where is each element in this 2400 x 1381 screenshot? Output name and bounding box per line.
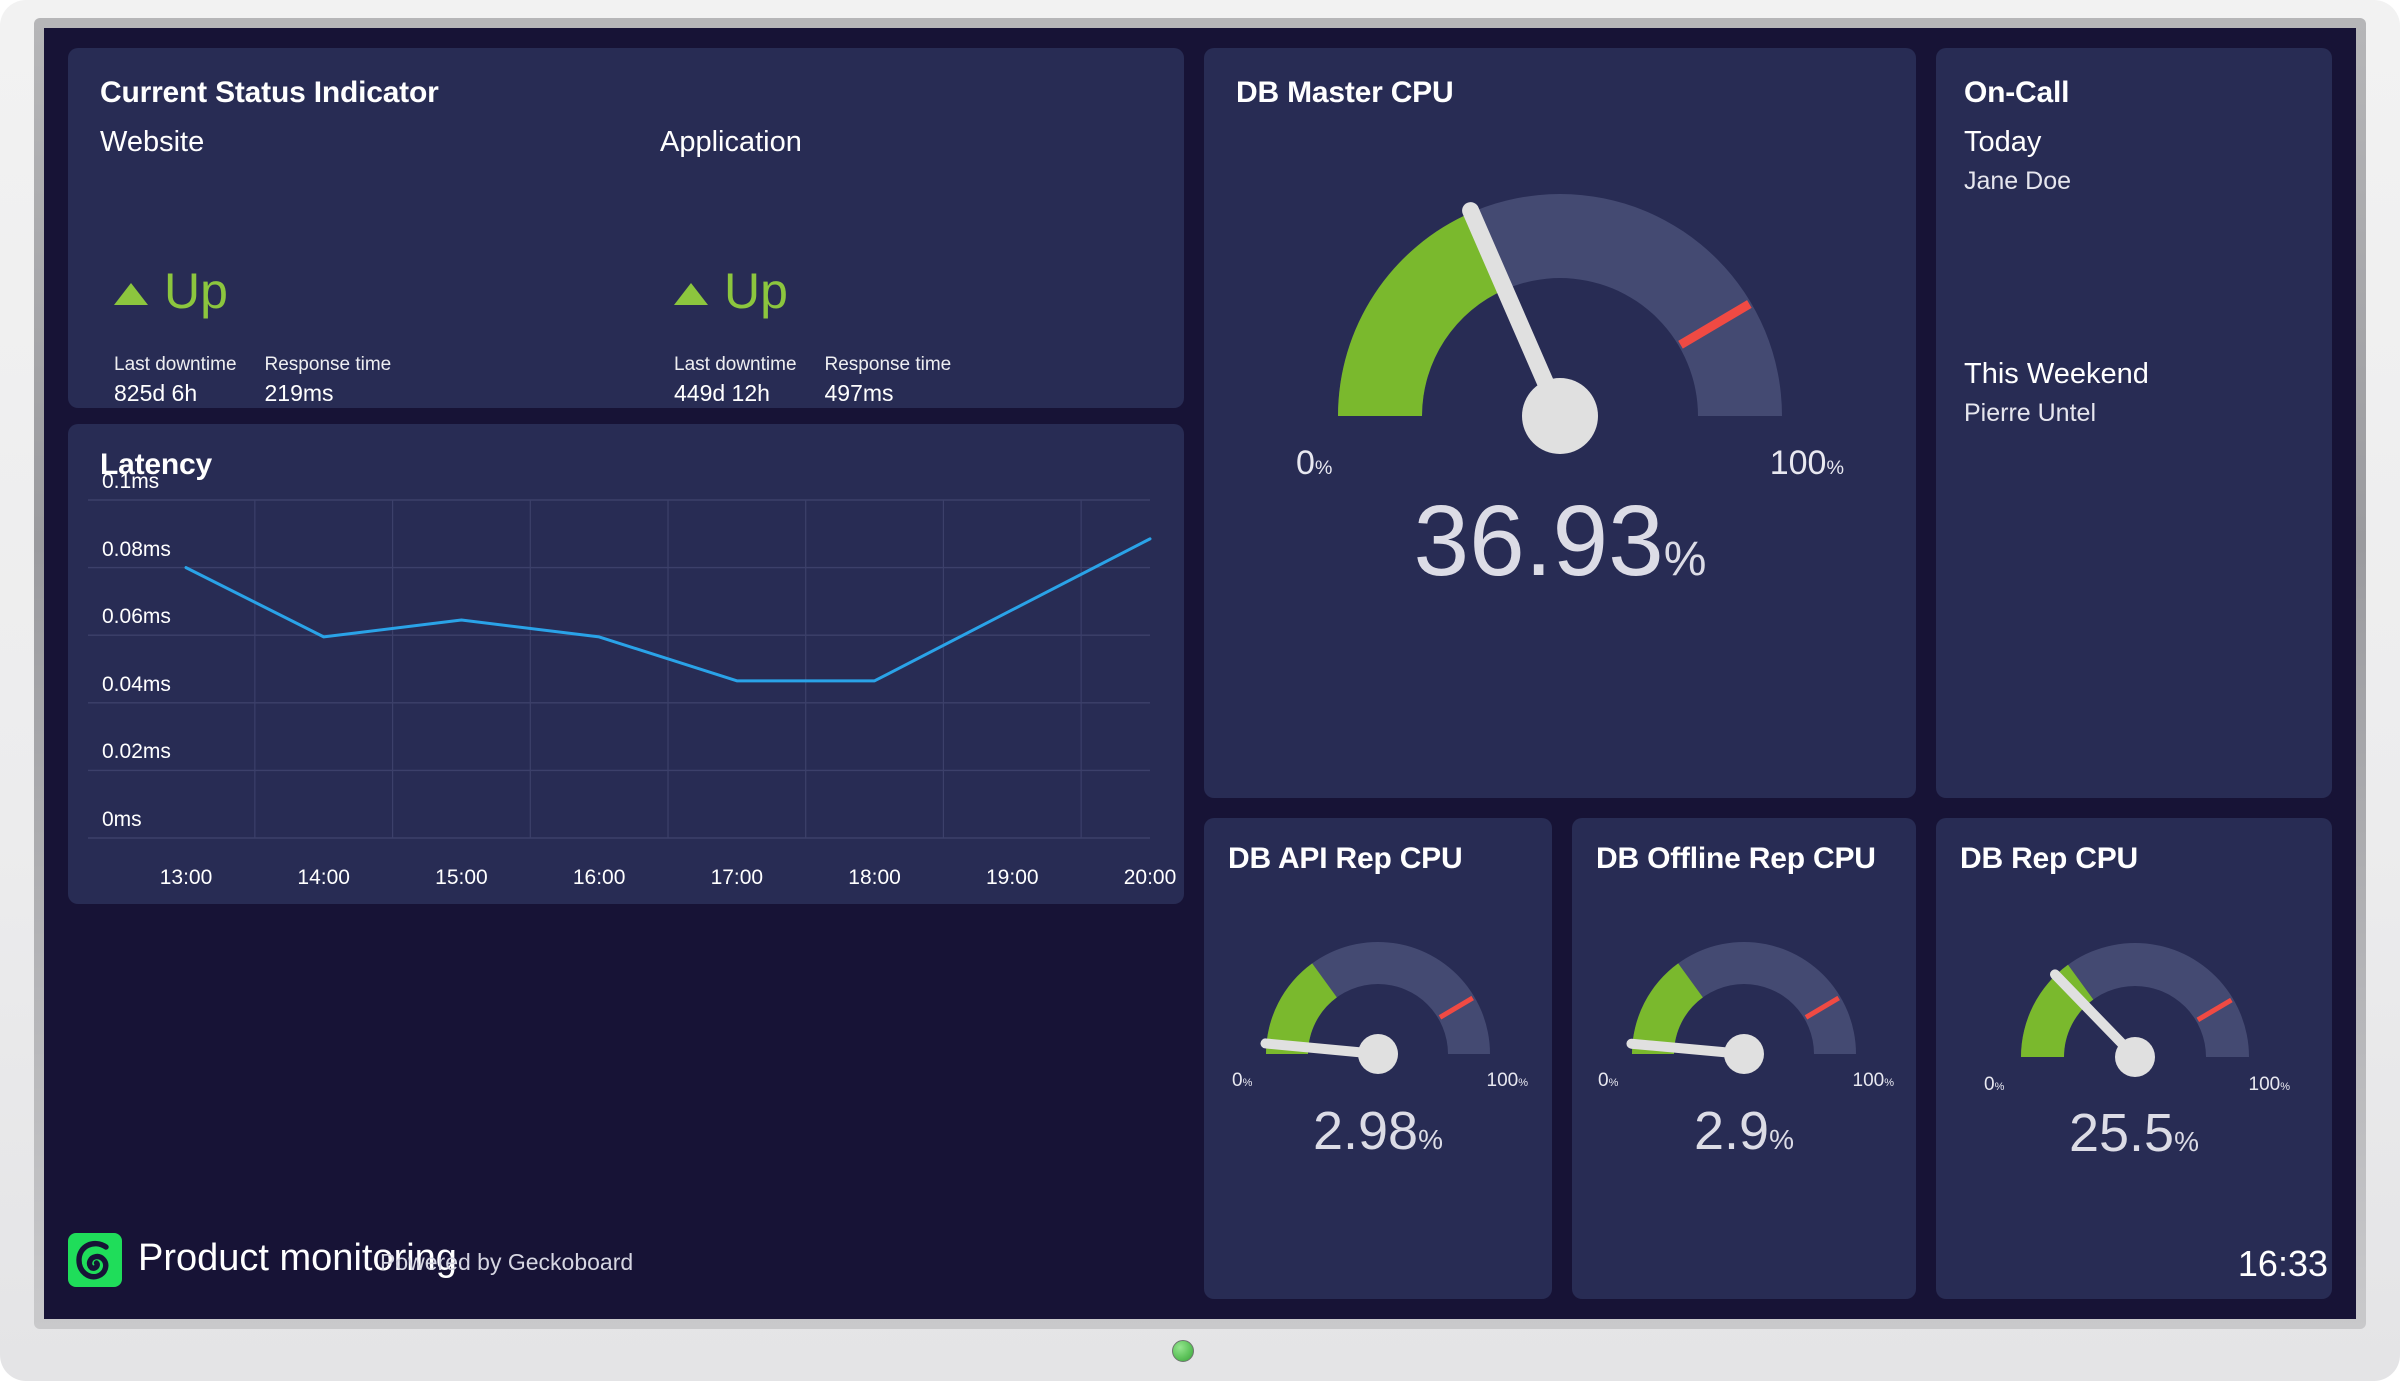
service-state-application: Up [674,266,788,316]
gauge-max-label-db-master: 100% [1769,444,1844,482]
geckoboard-spiral-glyph [76,1240,109,1280]
panel-title-current-status: Current Status Indicator [100,76,439,109]
panel-title-on-call: On-Call [1964,76,2070,109]
latency-y-tick: 0ms [102,808,142,831]
status-service-website: Website Up Last downtime 825d 6h Respons… [100,126,620,406]
panel-current-status: Current Status Indicator Website Up Last… [68,48,1184,408]
latency-y-tick: 0.02ms [102,740,171,764]
gauge-min-label-db-rep: 0% [1984,1074,2005,1095]
gauge-db-api-rep-cpu: 0% 100% [1226,914,1530,1094]
latency-chart: 0.1ms 0.08ms 0.06ms 0.04ms 0.02ms 0ms 13:00 14… [68,470,1184,904]
gauge-db-api-rep-svg [1260,942,1490,1074]
on-call-entry-today: Today Jane Doe [1964,126,2071,196]
meta-value-last-downtime: 825d 6h [114,380,198,406]
gauge-max-label-db-api-rep: 100% [1486,1070,1529,1091]
meta-label-last-downtime: Last downtime [674,354,797,375]
service-state-website: Up [114,266,228,316]
on-call-when-today: Today [1964,126,2042,158]
latency-chart-svg [88,499,1152,839]
panel-latency: Latency 0.1ms 0.08ms 0.06ms 0.04ms 0.02ms 0ms… [68,424,1184,904]
dashboard-screen: Current Status Indicator Website Up Last… [44,28,2356,1319]
gauge-db-offline-rep-cpu: 0% 100% [1592,914,1896,1094]
arrow-up-icon [674,283,708,305]
service-meta-application: Last downtime 449d 12h Response time 497… [674,354,951,407]
service-meta-website: Last downtime 825d 6h Response time 219m… [114,354,391,407]
panel-title-db-rep-cpu: DB Rep CPU [1960,842,2139,875]
meta-value-response-time: 219ms [264,380,334,406]
gauge-max-label-db-offline-rep: 100% [1852,1070,1895,1091]
latency-y-tick: 0.04ms [102,672,171,696]
meta-last-downtime-application: Last downtime 449d 12h [674,354,797,407]
latency-x-tick: 16:00 [572,866,626,889]
on-call-entry-weekend: This Weekend Pierre Untel [1964,358,2149,428]
latency-y-tick: 0.08ms [102,537,171,561]
latency-x-tick: 19:00 [986,866,1039,889]
on-call-when-weekend: This Weekend [1964,358,2149,390]
meta-response-time-website: Response time 219ms [265,354,392,407]
service-name-application: Application [660,126,802,158]
monitor-power-led [1172,1340,1194,1362]
gauge-db-master-cpu: 0% 100% [1260,144,1860,484]
arrow-up-icon [114,283,148,305]
status-service-application: Application Up Last downtime 449d 12h Re… [660,126,1180,406]
latency-x-tick: 15:00 [435,866,488,889]
meta-value-response-time: 497ms [824,380,894,406]
gauge-min-label-db-api-rep: 0% [1232,1070,1253,1091]
footer-powered-by: Powered by Geckoboard [380,1249,634,1275]
latency-x-tick: 20:00 [1123,866,1177,889]
panel-title-db-offline-rep-cpu: DB Offline Rep CPU [1596,842,1876,875]
meta-label-last-downtime: Last downtime [114,354,237,375]
latency-x-tick: 18:00 [848,866,901,889]
gauge-min-label-db-offline-rep: 0% [1598,1070,1619,1091]
dashboard-grid: Current Status Indicator Website Up Last… [44,28,2356,1319]
panel-on-call: On-Call Today Jane Doe This Weekend Pier… [1936,48,2332,798]
panel-title-db-master-cpu: DB Master CPU [1236,76,1454,109]
gauge-min-label-db-master: 0% [1296,444,1333,482]
gauge-value-db-api-rep-cpu: 2.98% [1312,1101,1443,1161]
latency-x-tick: 13:00 [159,866,213,889]
gauge-db-rep-cpu: 0% 100% [1980,914,2291,1095]
service-state-label-website: Up [164,263,228,319]
meta-last-downtime-website: Last downtime 825d 6h [114,354,237,407]
meta-label-response-time: Response time [824,354,952,375]
gauge-db-master-svg [1338,194,1782,454]
monitor-frame: Current Status Indicator Website Up Last… [0,0,2400,1381]
latency-y-tick: 0.06ms [102,605,171,629]
service-name-website: Website [100,126,205,158]
panel-title-db-api-rep-cpu: DB API Rep CPU [1228,842,1463,875]
latency-x-tick: 14:00 [297,866,350,889]
meta-label-response-time: Response time [264,354,392,375]
meta-response-time-application: Response time 497ms [825,354,952,407]
dashboard-footer: Product monitoring Powered by Geckoboard… [44,1209,2356,1319]
service-state-label-application: Up [724,263,788,319]
latency-x-tick: 17:00 [710,866,764,889]
footer-clock: 16:33 [2237,1243,2328,1284]
panel-db-master-cpu: DB Master CPU 0% 100% 36.93% [1204,48,1916,798]
meta-value-last-downtime: 449d 12h [674,380,770,406]
gauge-value-db-rep-cpu: 25.5% [2068,1103,2199,1163]
geckoboard-logo-icon [68,1233,122,1287]
gauge-value-db-master-cpu: 36.93% [1413,485,1707,597]
latency-y-tick: 0.1ms [102,470,160,493]
gauge-db-offline-rep-svg [1626,942,1856,1074]
gauge-value-db-offline-rep-cpu: 2.9% [1694,1101,1794,1161]
gauge-db-rep-svg [2021,943,2249,1077]
on-call-who-weekend: Pierre Untel [1964,399,2096,427]
on-call-who-today: Jane Doe [1964,167,2072,195]
gauge-max-label-db-rep: 100% [2248,1074,2291,1095]
